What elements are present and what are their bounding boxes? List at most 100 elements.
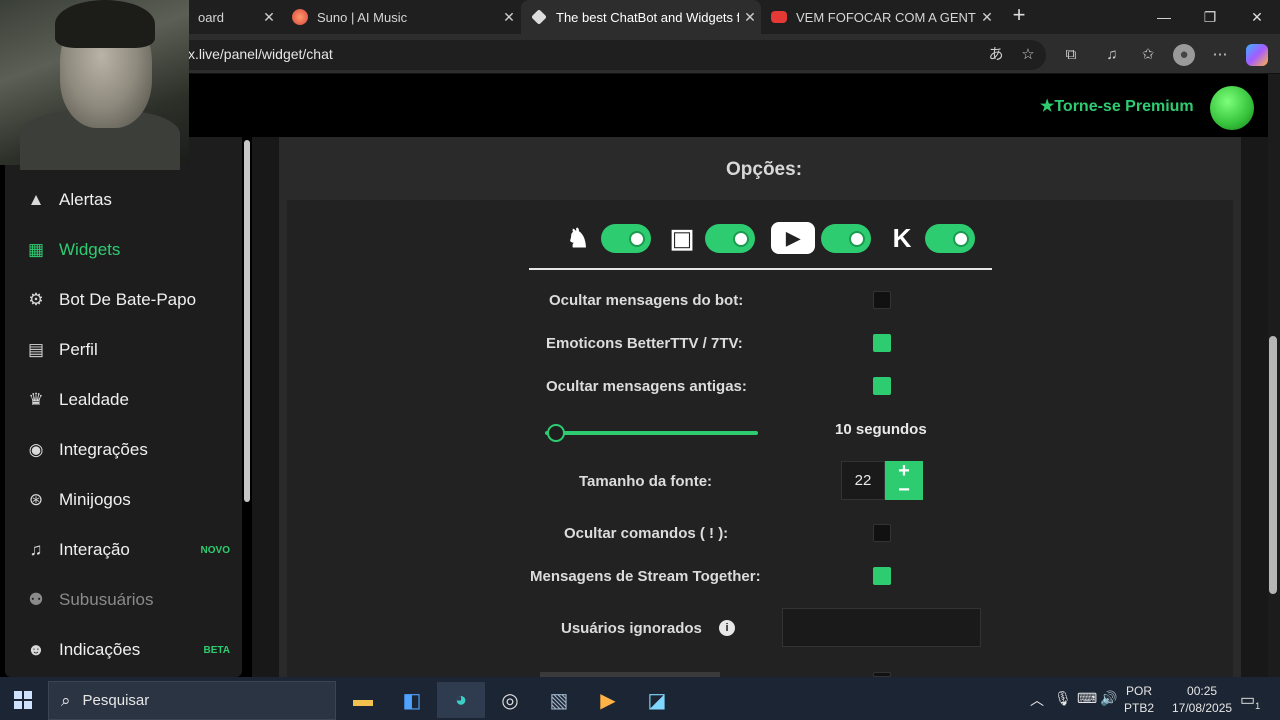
sidebar-item-label: Interação <box>59 540 130 559</box>
close-tab-icon[interactable]: ✕ <box>976 9 998 26</box>
file-explorer-icon[interactable]: ▬ <box>339 682 387 718</box>
sidebar-item-label: Indicações <box>59 640 141 659</box>
tab-title: The best ChatBot and Widgets fo <box>556 9 739 25</box>
sidebar-scrollbar[interactable] <box>244 140 250 502</box>
favorites-icon[interactable]: ✩ <box>1137 44 1159 66</box>
hide-bot-messages-checkbox[interactable] <box>873 291 891 309</box>
old-messages-timeout-value: 10 segundos <box>835 421 927 438</box>
sidebar-item-interacao[interactable]: ♫ Interação NOVO <box>5 525 242 575</box>
sidebar-item-label: Lealdade <box>59 390 129 409</box>
twitch-icon: ▣ <box>669 223 695 253</box>
app-icon[interactable]: ▧ <box>535 682 583 718</box>
platform-divider <box>529 268 992 270</box>
close-tab-icon[interactable]: ✕ <box>258 9 280 26</box>
botrix-icon <box>531 9 547 25</box>
font-size-label: Tamanho da fonte: <box>579 473 713 490</box>
webcam-overlay <box>0 0 189 170</box>
gamepad-icon: ⊛ <box>28 490 44 509</box>
page-scrollbar-thumb[interactable] <box>1269 336 1277 594</box>
beta-badge: BETA <box>203 644 230 656</box>
store-icon[interactable]: ◧ <box>388 682 436 718</box>
ignored-users-input[interactable] <box>782 608 981 647</box>
notification-count: 1 <box>1255 701 1261 712</box>
profile-avatar-icon[interactable]: ● <box>1173 44 1195 66</box>
old-messages-slider-track[interactable] <box>545 431 758 435</box>
notepad-icon[interactable]: ◪ <box>633 682 681 718</box>
volume-icon[interactable]: 🔊 <box>1100 690 1117 707</box>
decrement-button[interactable]: − <box>885 480 923 500</box>
robot-icon: ⚙ <box>28 290 44 309</box>
tab-botrix[interactable]: The best ChatBot and Widgets fo ✕ <box>521 0 761 34</box>
sidebar-item-integracoes[interactable]: ◉ Integrações <box>5 425 242 475</box>
warning-icon: ▲ <box>27 190 45 209</box>
restore-button[interactable]: ❐ <box>1198 6 1222 28</box>
platform-toggle-youtube[interactable] <box>821 224 871 253</box>
sidebar-item-label: Perfil <box>59 340 98 359</box>
increment-button[interactable]: + <box>885 461 923 481</box>
close-window-button[interactable]: ✕ <box>1245 6 1269 28</box>
notifications-icon[interactable]: ▭1 <box>1240 690 1260 711</box>
taskbar-search[interactable]: ⌕ Pesquisar <box>48 681 336 720</box>
sidebar-item-perfil[interactable]: ▤ Perfil <box>5 325 242 375</box>
tab-youtube[interactable]: VEM FOFOCAR COM A GENTE! - Y ✕ <box>761 0 998 34</box>
user-friends-icon: ☻ <box>27 640 45 659</box>
stream-together-checkbox[interactable] <box>873 567 891 585</box>
media-player-icon[interactable]: ▶ <box>584 682 632 718</box>
microphone-icon[interactable]: 🎙 <box>1054 690 1072 707</box>
discord-icon: ◉ <box>28 440 44 459</box>
new-badge: NOVO <box>200 544 230 556</box>
sidebar-item-widgets[interactable]: ▦ Widgets <box>5 225 242 275</box>
ignored-users-label: Usuários ignorados <box>561 620 702 637</box>
extensions-icon[interactable]: ⧉ <box>1060 44 1082 66</box>
input-language[interactable]: POR PTB2 <box>1124 683 1154 717</box>
obs-icon[interactable]: ◎ <box>486 682 534 718</box>
sidebar-item-indicacoes[interactable]: ☻ Indicações BETA <box>5 625 242 675</box>
grid-icon: ▦ <box>27 240 45 259</box>
hide-old-messages-label: Ocultar mensagens antigas: <box>546 378 747 395</box>
browser-essentials-icon[interactable]: ♫ <box>1101 44 1123 66</box>
minimize-button[interactable]: — <box>1152 6 1176 28</box>
sidebar-item-label: Alertas <box>59 190 112 209</box>
premium-link[interactable]: ★Torne-se Premium <box>1040 96 1194 116</box>
sidebar-item-label: Integrações <box>59 440 148 459</box>
options-title: Opções: <box>726 159 803 180</box>
user-avatar[interactable] <box>1210 86 1254 130</box>
url-text[interactable]: x.live/panel/widget/chat <box>188 46 333 62</box>
tab-title: Suno | AI Music <box>317 9 408 25</box>
sidebar-item-lealdade[interactable]: ♛ Lealdade <box>5 375 242 425</box>
sidebar-item-alertas[interactable]: ▲ Alertas <box>5 175 242 225</box>
read-aloud-icon[interactable]: あ <box>985 44 1007 66</box>
close-tab-icon[interactable]: ✕ <box>739 9 761 26</box>
suno-icon <box>292 9 308 25</box>
edge-icon[interactable]: ◕ <box>437 682 485 718</box>
clock-date: 17/08/2025 <box>1172 701 1233 715</box>
tab-suno[interactable]: Suno | AI Music ✕ <box>282 0 520 34</box>
favorite-star-icon[interactable]: ☆ <box>1017 44 1039 66</box>
hide-commands-checkbox[interactable] <box>873 524 891 542</box>
info-icon[interactable]: i <box>719 620 735 636</box>
platform-toggle-twitch[interactable] <box>705 224 755 253</box>
font-size-stepper[interactable]: + − <box>885 461 923 500</box>
hide-commands-label: Ocultar comandos ( ! ): <box>564 525 729 542</box>
close-tab-icon[interactable]: ✕ <box>498 9 520 26</box>
copilot-icon[interactable] <box>1246 44 1268 66</box>
hide-old-messages-checkbox[interactable] <box>873 377 891 395</box>
font-size-input[interactable]: 22 <box>841 461 885 500</box>
emoticons-checkbox[interactable] <box>873 334 891 352</box>
platform-toggle-1[interactable] <box>601 224 651 253</box>
tray-chevron-icon[interactable]: ︿ <box>1030 690 1044 710</box>
sidebar-item-minijogos[interactable]: ⊛ Minijogos <box>5 475 242 525</box>
tab-title: VEM FOFOCAR COM A GENTE! - Y <box>796 9 976 25</box>
clock-time: 00:25 <box>1187 684 1218 698</box>
network-icon[interactable]: ⌨ <box>1077 690 1097 707</box>
old-messages-slider-handle[interactable] <box>547 424 565 442</box>
hide-bot-messages-label: Ocultar mensagens do bot: <box>549 292 744 309</box>
system-clock[interactable]: 00:25 17/08/2025 <box>1172 683 1232 717</box>
id-card-icon: ▤ <box>27 340 45 359</box>
more-menu-icon[interactable]: ⋯ <box>1209 44 1231 66</box>
windows-start-icon[interactable] <box>14 691 32 709</box>
new-tab-button[interactable]: + <box>1007 4 1031 28</box>
sidebar-item-subusuarios[interactable]: ⚉ Subusuários <box>5 575 242 625</box>
platform-toggle-kick[interactable] <box>925 224 975 253</box>
sidebar-item-bot[interactable]: ⚙ Bot De Bate-Papo <box>5 275 242 325</box>
